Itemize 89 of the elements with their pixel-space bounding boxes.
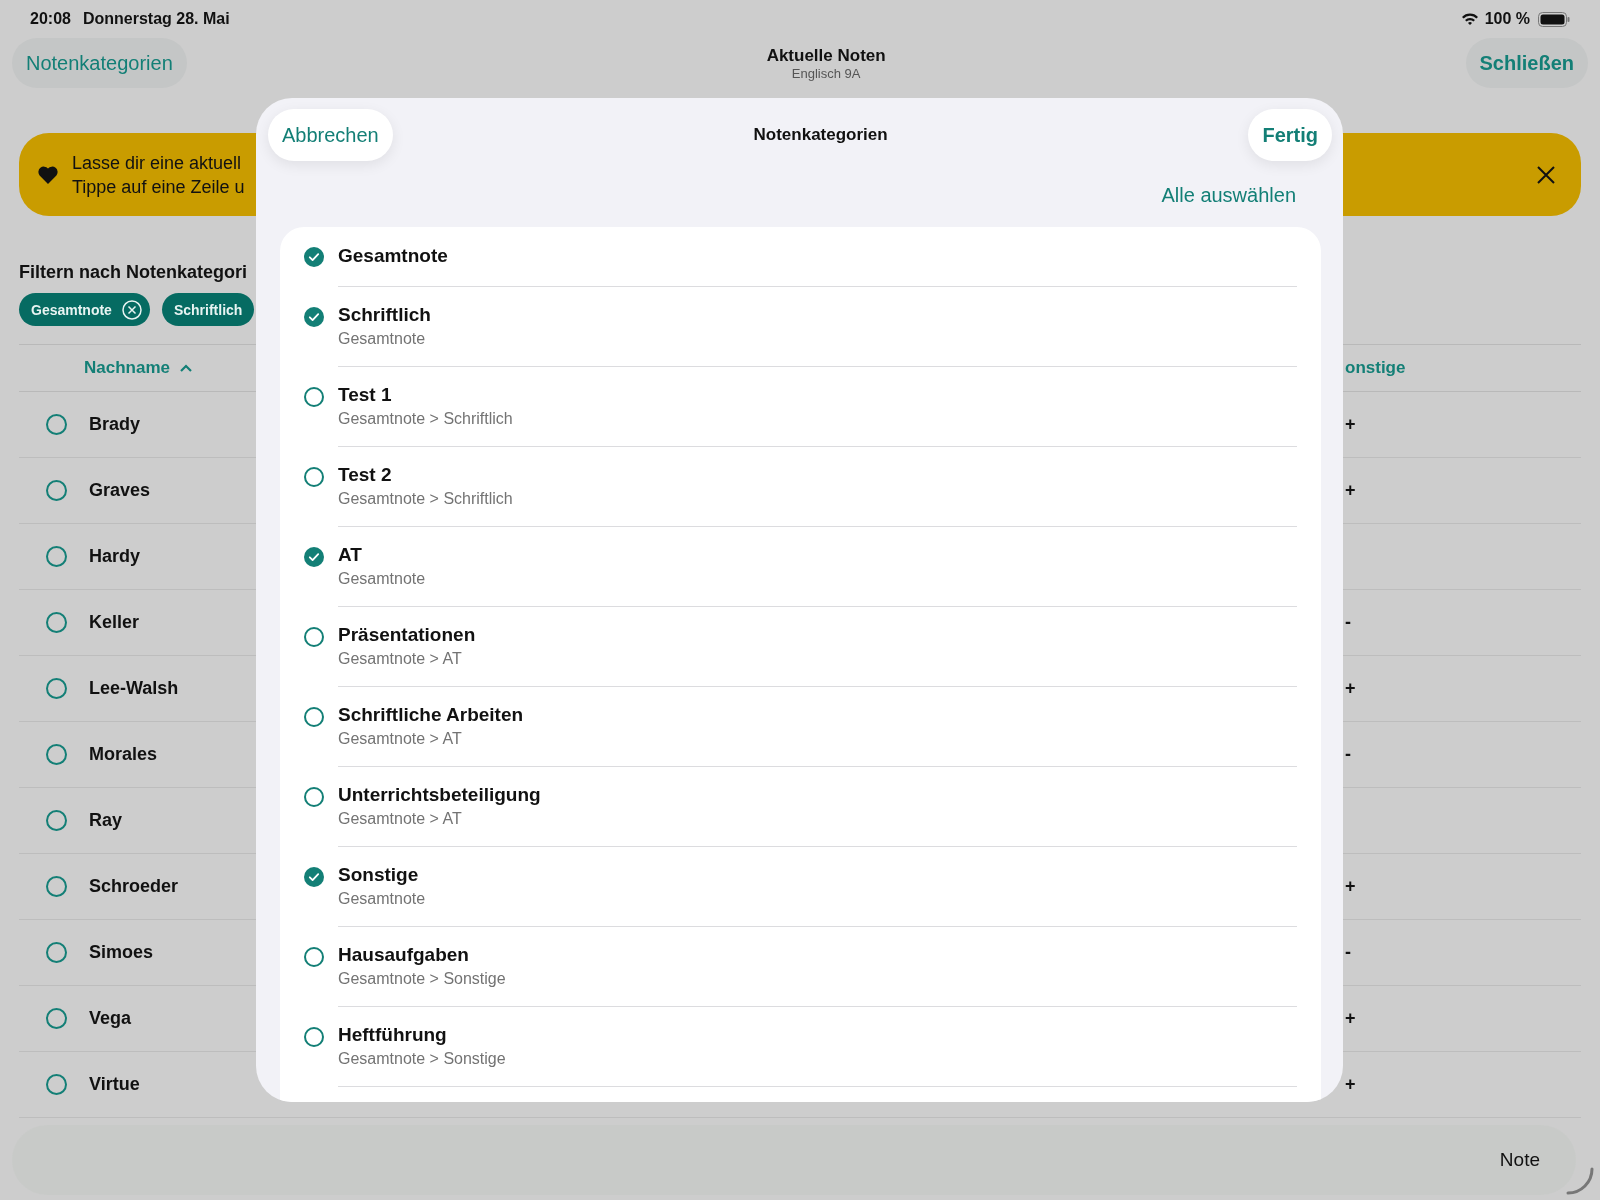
select-circle[interactable] [46,942,67,963]
empty-circle-icon[interactable] [304,1027,324,1047]
empty-circle-icon[interactable] [304,947,324,967]
grade-cell-text: + [1345,1074,1357,1095]
note-button[interactable]: Note [1493,1148,1546,1172]
category-path: Gesamtnote > Sonstige [338,970,507,988]
done-button[interactable]: Fertig [1248,109,1332,161]
status-time: 20:08 [30,10,71,28]
categories-button[interactable]: Notenkategorien [12,38,187,88]
category-name: Test 2 [338,464,393,486]
grade-cell-text: - [1345,942,1352,963]
student-name: Vega [89,1008,132,1029]
category-path: Gesamtnote > Schriftlich [338,490,514,508]
checked-circle-icon[interactable] [304,307,324,327]
grade-cell-text: - [1345,612,1352,633]
empty-circle-icon[interactable] [304,627,324,647]
select-circle[interactable] [46,876,67,897]
category-name: AT [338,544,363,566]
select-circle[interactable] [46,1008,67,1029]
heart-icon [38,165,58,184]
category-path: Gesamtnote > Sonstige [338,1050,507,1068]
select-circle[interactable] [46,546,67,567]
filter-chip[interactable]: Gesamtnote [19,293,150,326]
category-name: Schriftliche Arbeiten [338,704,525,726]
select-circle[interactable] [46,480,67,501]
student-name: Brady [89,414,141,435]
close-icon[interactable] [1537,165,1555,184]
banner-text: Tippe auf eine Zeile u [72,175,245,199]
grade-cell-text: + [1345,480,1357,501]
remove-icon[interactable] [121,299,142,320]
checked-circle-icon[interactable] [304,247,324,267]
chevron-up-icon [180,364,192,372]
empty-circle-icon[interactable] [304,387,324,407]
status-date: Donnerstag 28. Mai [82,10,230,28]
checked-circle-icon[interactable] [304,867,324,887]
select-circle[interactable] [46,744,67,765]
select-all-link[interactable]: Alle auswählen [1161,184,1296,207]
student-name: Lee-Walsh [89,678,179,699]
cancel-button[interactable]: Abbrechen [268,109,393,161]
category-name: Schriftlich [338,304,432,326]
grade-cell-text: - [1345,744,1352,765]
column-header[interactable]: onstige [1345,358,1581,378]
select-circle[interactable] [46,1074,67,1095]
category-path: Gesamtnote [338,570,427,588]
select-circle[interactable] [46,810,67,831]
category-name: Heftführung [338,1024,448,1046]
checked-circle-icon[interactable] [304,547,324,567]
sheet-title: Notenkategorien [752,125,889,145]
empty-circle-icon[interactable] [304,787,324,807]
select-circle[interactable] [46,414,67,435]
student-name: Virtue [89,1074,140,1095]
student-name: Simoes [89,942,154,963]
student-name: Graves [89,480,151,501]
battery-icon [1538,11,1570,27]
resize-handle-icon [1564,1166,1594,1196]
category-name: Präsentationen [338,624,477,646]
grade-cell-text: + [1345,876,1357,897]
close-button[interactable]: Schließen [1465,38,1588,88]
category-name: Sonstige [338,864,420,886]
student-name: Schroeder [89,876,179,897]
category-name: Hausaufgaben [338,944,470,966]
category-path: Gesamtnote > AT [338,650,463,668]
student-name: Ray [89,810,123,831]
student-name: Morales [89,744,158,765]
nav-title: Aktuelle Noten [766,45,886,66]
category-name: Test 1 [338,384,393,406]
category-path: Gesamtnote > Schriftlich [338,410,514,428]
empty-circle-icon[interactable] [304,707,324,727]
category-path: Gesamtnote > AT [338,730,463,748]
battery-percentage: 100 % [1484,10,1530,28]
wifi-icon [1460,12,1479,26]
category-path: Gesamtnote [338,890,427,908]
filter-chip[interactable]: Schriftlich [161,293,255,326]
grade-cell-text: + [1345,1008,1357,1029]
category-path: Gesamtnote > AT [338,810,463,828]
banner-text: Lasse dir eine aktuell [72,151,242,175]
category-name: Unterrichtsbeteiligung [338,784,542,806]
empty-circle-icon[interactable] [304,467,324,487]
student-name: Keller [89,612,140,633]
nav-subtitle: Englisch 9A [791,65,861,81]
grade-cell-text: + [1345,414,1357,435]
select-circle[interactable] [46,678,67,699]
select-circle[interactable] [46,612,67,633]
category-path: Gesamtnote [338,330,427,348]
filter-label: Filtern nach Notenkategori [19,262,249,283]
grade-cell-text: + [1345,678,1357,699]
category-name: Gesamtnote [338,245,449,267]
student-name: Hardy [89,546,141,567]
column-header[interactable]: Nachname [84,358,192,378]
